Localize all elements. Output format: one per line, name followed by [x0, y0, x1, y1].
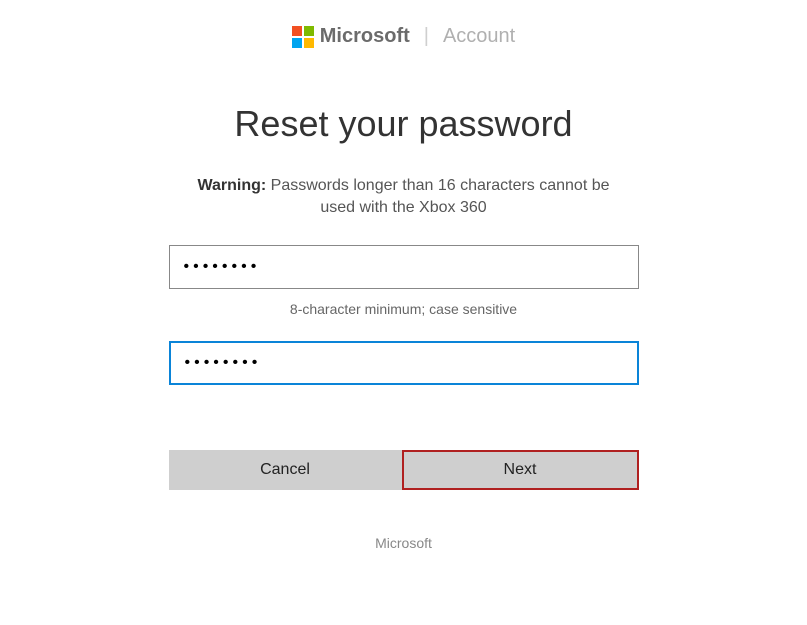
main-content: Reset your password Warning: Passwords l…	[169, 48, 639, 551]
brand-name: Microsoft	[320, 25, 410, 48]
password-input[interactable]	[169, 245, 639, 289]
button-row: Cancel Next	[169, 450, 639, 490]
confirm-password-input[interactable]	[169, 341, 639, 385]
warning-message: Warning: Passwords longer than 16 charac…	[169, 175, 639, 220]
header: Microsoft | Account	[0, 0, 807, 48]
warning-text: Passwords longer than 16 characters cann…	[266, 177, 609, 216]
warning-label: Warning:	[197, 177, 266, 194]
microsoft-logo-icon	[292, 26, 314, 48]
next-button[interactable]: Next	[402, 450, 639, 490]
divider: |	[424, 25, 429, 48]
footer-text: Microsoft	[169, 535, 639, 551]
section-label: Account	[443, 25, 515, 48]
page-title: Reset your password	[169, 103, 639, 145]
password-hint: 8-character minimum; case sensitive	[169, 301, 639, 317]
cancel-button[interactable]: Cancel	[169, 450, 402, 490]
